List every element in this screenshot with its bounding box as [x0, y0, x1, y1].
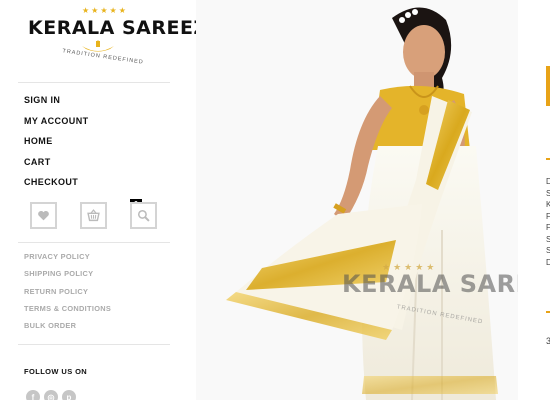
footer-links: PRIVACY POLICY SHIPPING POLICY RETURN PO… [24, 252, 111, 338]
product-title-cutoff [546, 66, 550, 106]
wishlist-button[interactable] [30, 202, 57, 229]
cart-button[interactable] [80, 202, 107, 229]
product-details-text-cutoff: D S K F F S S D [546, 176, 550, 268]
link-shipping-policy[interactable]: SHIPPING POLICY [24, 269, 111, 286]
social-links: f ◎ p [26, 390, 76, 400]
cutoff-line: D [546, 257, 550, 267]
link-bulk-order[interactable]: BULK ORDER [24, 321, 111, 338]
cutoff-line: S [546, 188, 550, 198]
product-image[interactable]: ★★★★★ KERALA SAREEZ TRADITION REDEFINED [196, 0, 518, 400]
nav-cart[interactable]: CART [24, 155, 89, 176]
image-watermark: KERALA SAREEZ [342, 270, 518, 298]
search-icon [137, 209, 150, 222]
site-logo[interactable]: ★★★★★ KERALA SAREEZ TRADITION REDEFINED [24, 6, 207, 70]
cutoff-line: F [546, 223, 550, 232]
cutoff-line: D [546, 177, 550, 186]
divider [18, 344, 170, 345]
heart-icon [38, 210, 49, 221]
link-return-policy[interactable]: RETURN POLICY [24, 287, 111, 304]
nav-checkout[interactable]: CHECKOUT [24, 175, 89, 196]
divider [18, 82, 170, 83]
follow-us-heading: FOLLOW US ON [24, 367, 88, 376]
cutoff-line: S [546, 234, 550, 244]
sidebar: ★★★★★ KERALA SAREEZ TRADITION REDEFINED … [0, 0, 207, 400]
logo-brand-text: KERALA SAREEZ [28, 17, 208, 39]
logo-stars: ★★★★★ [82, 6, 128, 15]
basket-icon [87, 209, 100, 222]
accent-rule [546, 158, 550, 160]
link-terms-conditions[interactable]: TERMS & CONDITIONS [24, 304, 111, 321]
nav-home[interactable]: HOME [24, 134, 89, 155]
nav-my-account[interactable]: MY ACCOUNT [24, 114, 89, 135]
model-saree-photo [226, 7, 498, 400]
cutoff-tail: 3 [546, 336, 550, 346]
quick-icons: 0 [30, 199, 160, 230]
divider [18, 242, 170, 243]
facebook-icon[interactable]: f [26, 390, 40, 400]
cutoff-line: S [546, 246, 550, 255]
nav-sign-in[interactable]: SIGN IN [24, 93, 89, 114]
cutoff-line: F [546, 211, 550, 221]
pinterest-icon[interactable]: p [62, 390, 76, 400]
accent-rule [546, 311, 550, 313]
instagram-icon[interactable]: ◎ [44, 390, 58, 400]
search-button[interactable] [130, 202, 157, 229]
product-details-cutoff: D S K F F S S D 3 [518, 0, 550, 400]
main-nav: SIGN IN MY ACCOUNT HOME CART CHECKOUT [24, 93, 89, 196]
cutoff-line: K [546, 200, 550, 209]
link-privacy-policy[interactable]: PRIVACY POLICY [24, 252, 111, 269]
